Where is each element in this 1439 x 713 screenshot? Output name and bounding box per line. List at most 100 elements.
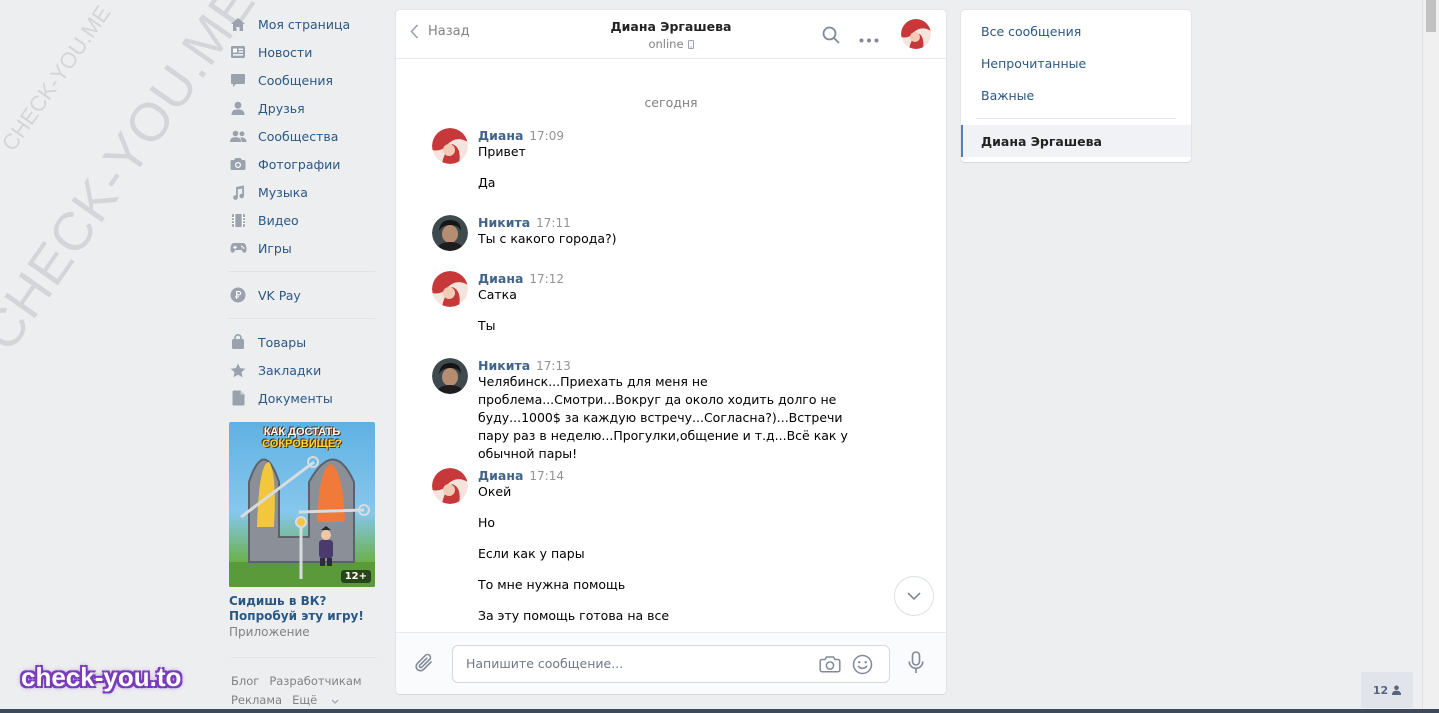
nav-vkpay[interactable]: VK Pay	[229, 281, 375, 309]
age-rating-badge: 12+	[340, 570, 371, 583]
messages-icon	[229, 71, 247, 89]
nav-label: Видео	[258, 212, 299, 228]
message-text: Окей	[478, 484, 512, 499]
message-group: Никита 17:11 Ты с какого города?)	[432, 215, 882, 251]
microphone-icon	[908, 651, 924, 673]
camera-icon	[819, 656, 841, 673]
filter-divider	[976, 118, 1176, 119]
page-scrollbar[interactable]	[1422, 0, 1439, 713]
message-text: Да	[478, 175, 496, 190]
news-icon	[229, 43, 247, 61]
taskbar-edge	[0, 709, 1439, 713]
online-friends-counter[interactable]: 12	[1361, 672, 1413, 708]
scroll-down-button[interactable]	[894, 576, 934, 616]
more-button[interactable]	[859, 31, 879, 46]
message-time[interactable]: 17:12	[529, 272, 564, 286]
message-history[interactable]: сегодня Диана 17:09 Привет Да Никита 17:11…	[396, 59, 946, 632]
attach-button[interactable]	[414, 652, 434, 677]
search-button[interactable]	[822, 26, 840, 47]
message-text: Привет	[478, 144, 526, 159]
message-composer	[396, 632, 946, 694]
promo-caption[interactable]: Сидишь в ВК? Попробуй эту игру!	[229, 594, 375, 624]
message-author[interactable]: Диана	[478, 468, 523, 483]
nav-games[interactable]: Игры	[229, 234, 375, 262]
message-input-box[interactable]	[452, 645, 890, 683]
filter-all-messages[interactable]: Все сообщения	[981, 24, 1081, 39]
nav-music[interactable]: Музыка	[229, 178, 375, 206]
bag-icon	[229, 333, 247, 351]
search-icon	[822, 26, 840, 44]
more-dots-icon	[859, 38, 879, 43]
chevron-down-icon	[331, 699, 339, 704]
avatar[interactable]	[432, 128, 468, 164]
message-text: Ты	[478, 318, 496, 333]
avatar[interactable]	[432, 468, 468, 504]
avatar[interactable]	[432, 215, 468, 251]
nav-goods[interactable]: Товары	[229, 328, 375, 356]
footer-dev-link[interactable]: Разработчикам	[269, 674, 361, 688]
nav-label: Сообщества	[258, 128, 339, 144]
nav-photos[interactable]: Фотографии	[229, 150, 375, 178]
nav-label: Музыка	[258, 184, 308, 200]
groups-icon	[229, 127, 247, 145]
message-group: Никита 17:13 Челябинск...Приехать для мен…	[432, 358, 882, 463]
camera-icon	[229, 155, 247, 173]
promo-image[interactable]: КАК ДОСТАТЬ СОКРОВИЩЕ? 12+	[229, 422, 375, 587]
message-time[interactable]: 17:14	[529, 469, 564, 483]
vkpay-icon	[229, 286, 247, 304]
avatar[interactable]	[432, 358, 468, 394]
friends-icon	[229, 99, 247, 117]
message-time[interactable]: 17:13	[536, 359, 571, 373]
nav-documents[interactable]: Документы	[229, 384, 375, 412]
footer-more-link[interactable]: Ещё	[292, 693, 339, 707]
chat-header: Назад Диана Эргашева online	[396, 10, 946, 59]
watermark-large: CHECK-YOU.ME	[0, 0, 267, 362]
voice-message-button[interactable]	[908, 651, 924, 678]
nav-groups[interactable]: Сообщества	[229, 122, 375, 150]
nav-label: Закладки	[258, 362, 322, 378]
message-text: Челябинск...Приехать для меня не проблем…	[478, 374, 848, 461]
nav-label: Документы	[258, 390, 333, 406]
filter-unread[interactable]: Непрочитанные	[981, 56, 1086, 71]
footer-ads-link[interactable]: Реклама	[231, 693, 282, 707]
emoji-button[interactable]	[852, 654, 873, 678]
nav-news[interactable]: Новости	[229, 38, 375, 66]
nav-label: Моя страница	[258, 16, 351, 32]
message-group: Диана 17:09 Привет Да	[432, 128, 882, 192]
game-illustration	[229, 456, 375, 587]
footer-blog-link[interactable]: Блог	[231, 674, 259, 688]
message-author[interactable]: Никита	[478, 358, 530, 373]
message-author[interactable]: Никита	[478, 215, 530, 230]
avatar[interactable]	[432, 271, 468, 307]
document-icon	[229, 389, 247, 407]
message-text: То мне нужна помощь	[478, 577, 626, 592]
footer-divider	[231, 657, 377, 658]
mobile-icon	[687, 39, 694, 49]
nav-my-page[interactable]: Моя страница	[229, 10, 375, 38]
scrollbar-thumb[interactable]	[1426, 0, 1436, 32]
filter-important[interactable]: Важные	[981, 88, 1034, 103]
nav-label: Игры	[258, 240, 292, 256]
message-text: Но	[478, 515, 496, 530]
peer-avatar[interactable]	[901, 19, 931, 49]
nav-messages[interactable]: Сообщения	[229, 66, 375, 94]
message-time[interactable]: 17:11	[536, 216, 571, 230]
nav-friends[interactable]: Друзья	[229, 94, 375, 122]
promo-subtitle: Приложение	[229, 625, 310, 639]
nav-label: Новости	[258, 44, 313, 60]
music-icon	[229, 183, 247, 201]
camera-button[interactable]	[819, 655, 841, 676]
nav-label: Товары	[258, 334, 307, 350]
nav-bookmarks[interactable]: Закладки	[229, 356, 375, 384]
promo-block[interactable]: КАК ДОСТАТЬ СОКРОВИЩЕ? 12+ Сидишь в ВК? …	[229, 422, 375, 639]
nav-label: VK Pay	[258, 287, 301, 303]
nav-label: Друзья	[258, 100, 305, 116]
nav-video[interactable]: Видео	[229, 206, 375, 234]
message-group: Диана 17:12 Сатка Ты	[432, 271, 882, 335]
message-time[interactable]: 17:09	[529, 129, 564, 143]
message-input[interactable]	[466, 656, 796, 671]
message-author[interactable]: Диана	[478, 271, 523, 286]
message-author[interactable]: Диана	[478, 128, 523, 143]
watermark-logo: check-you.to	[21, 662, 182, 692]
active-conversation[interactable]: Диана Эргашева	[961, 125, 1191, 157]
